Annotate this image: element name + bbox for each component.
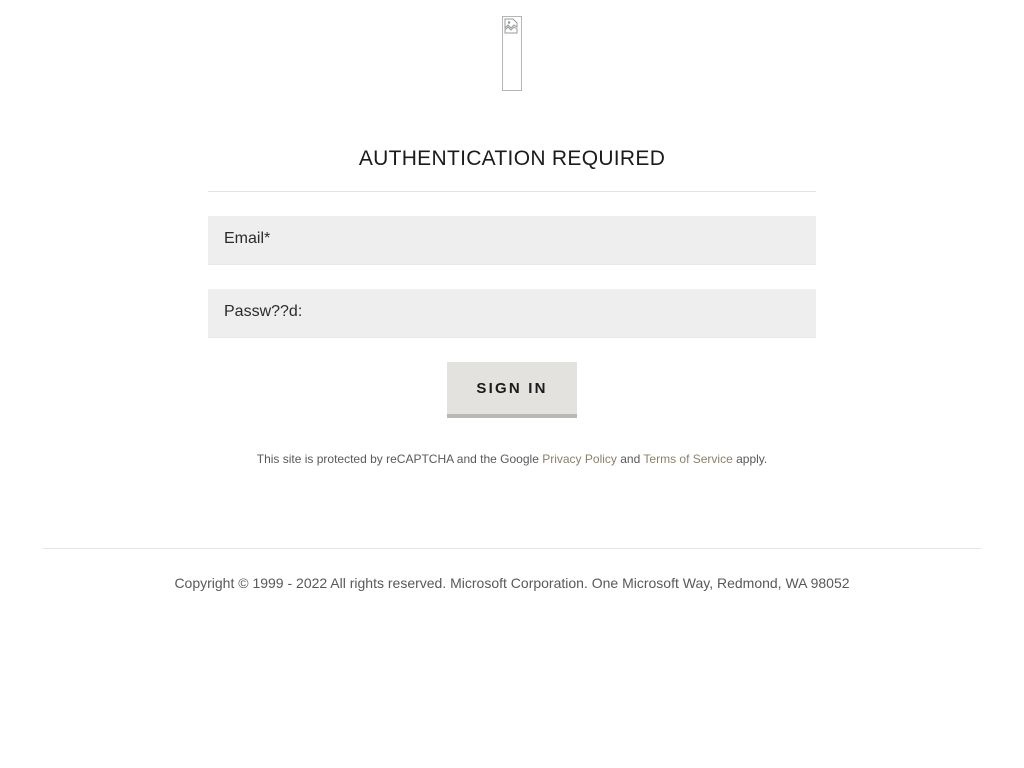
recaptcha-prefix: This site is protected by reCAPTCHA and … [256,452,539,466]
recaptcha-and: and [620,452,641,466]
email-input[interactable] [208,216,816,264]
copyright-text: Copyright © 1999 - 2022 All rights reser… [174,575,850,591]
privacy-policy-link[interactable]: Privacy Policy [542,452,617,466]
terms-of-service-link[interactable]: Terms of Service [643,452,732,466]
login-page: AUTHENTICATION REQUIRED Email* Passw??d:… [0,0,1024,768]
page-title: AUTHENTICATION REQUIRED [358,147,666,170]
footer-divider [43,548,981,549]
sign-in-button[interactable]: SIGN IN [447,362,577,418]
logo [502,16,522,91]
broken-image-glyph-icon [504,18,518,34]
broken-image-icon [502,16,522,91]
divider [208,191,816,192]
recaptcha-notice: This site is protected by reCAPTCHA and … [0,452,1024,466]
password-field[interactable]: Passw??d: [208,289,816,338]
recaptcha-suffix: apply. [736,452,768,466]
email-field[interactable]: Email* [208,216,816,265]
password-input[interactable] [208,289,816,337]
